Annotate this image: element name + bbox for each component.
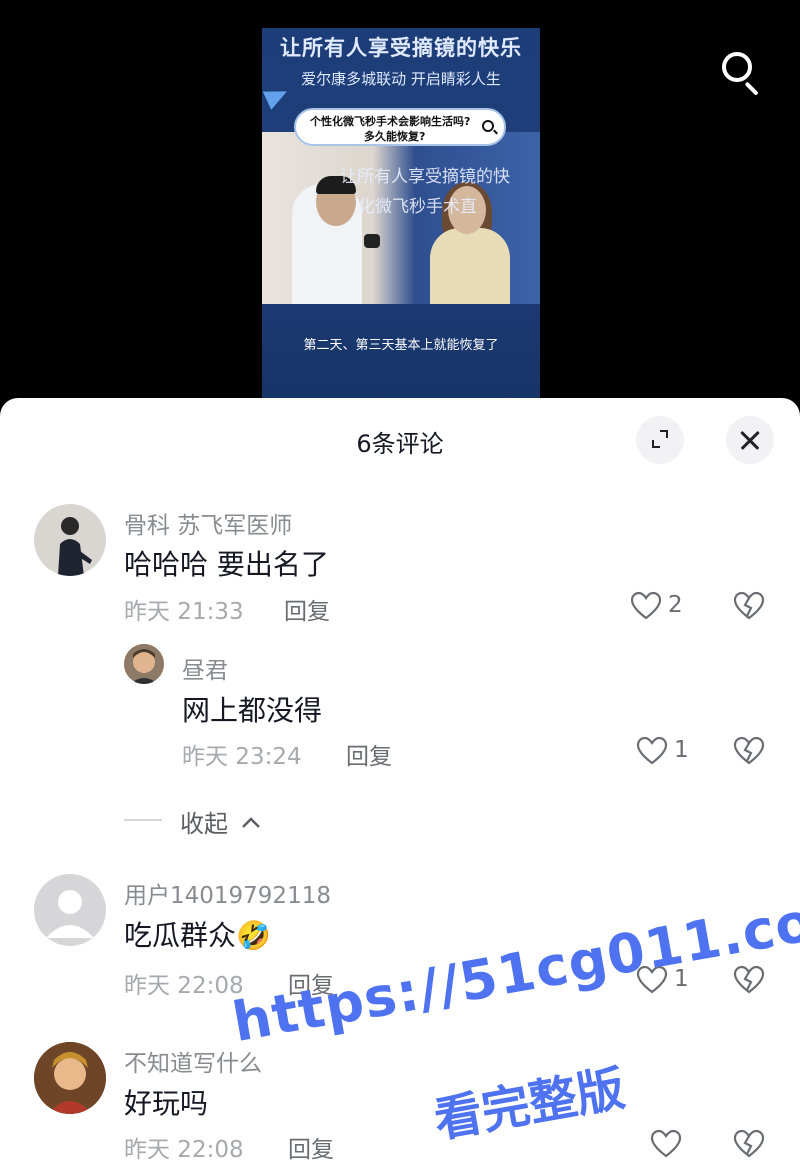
avatar[interactable] bbox=[34, 1042, 106, 1114]
video-title-line1: 让所有人享受摘镜的快乐 bbox=[280, 36, 522, 60]
comment-text: 吃瓜群众🤣 bbox=[124, 914, 271, 954]
comment-username[interactable]: 用户14019792118 bbox=[124, 876, 331, 910]
question-line1: 个性化微飞秒手术会影响生活吗? bbox=[310, 115, 471, 128]
search-button[interactable] bbox=[718, 48, 766, 96]
dislike-button[interactable] bbox=[733, 736, 765, 768]
avatar[interactable] bbox=[34, 504, 106, 576]
question-bubble: 个性化微飞秒手术会影响生活吗? 多久能恢复? bbox=[294, 108, 506, 146]
like-button[interactable]: 2 bbox=[630, 591, 690, 623]
video-overlay-line2: 化微飞秒手术直 bbox=[358, 197, 477, 217]
dislike-button[interactable] bbox=[733, 1129, 765, 1161]
heart-icon bbox=[630, 591, 662, 620]
interviewer-figure bbox=[430, 228, 510, 304]
reply-button[interactable]: 回复 bbox=[284, 592, 330, 626]
avatar[interactable] bbox=[34, 874, 106, 946]
reply-button[interactable]: 回复 bbox=[288, 1130, 334, 1164]
comment-panel: 6条评论 骨科 苏飞军医师 哈哈哈 要出名了 昨天 21:33 回复 2 昼君 bbox=[0, 398, 800, 1171]
broken-heart-icon bbox=[733, 1129, 765, 1158]
reply-button[interactable]: 回复 bbox=[346, 737, 392, 771]
like-count: 1 bbox=[674, 966, 689, 992]
heart-icon bbox=[650, 1129, 682, 1158]
video-overlay-line1: 让所有人享受摘镜的快 bbox=[340, 167, 510, 187]
video-player[interactable]: 让所有人享受摘镜的快乐 爱尔康多城联动 开启睛彩人生 让所有人享受摘镜的快 化微… bbox=[0, 0, 800, 420]
expand-icon-corner bbox=[660, 430, 668, 438]
like-button[interactable]: 1 bbox=[636, 965, 690, 997]
reply-button[interactable]: 回复 bbox=[288, 966, 334, 1000]
microphone-icon bbox=[364, 234, 380, 248]
comment-text: 好玩吗 bbox=[124, 1087, 209, 1120]
comment-time: 昨天 21:33 bbox=[124, 599, 244, 625]
like-button[interactable] bbox=[650, 1129, 690, 1161]
comment-username[interactable]: 昼君 bbox=[182, 651, 228, 685]
question-line2: 多久能恢复? bbox=[364, 130, 426, 143]
heart-icon bbox=[636, 736, 668, 765]
like-count: 2 bbox=[668, 592, 683, 618]
comment-username[interactable]: 骨科 苏飞军医师 bbox=[124, 506, 292, 540]
avatar[interactable] bbox=[124, 644, 164, 684]
laughing-emoji-icon: 🤣 bbox=[236, 919, 271, 952]
heart-icon bbox=[636, 965, 668, 994]
expand-icon bbox=[652, 440, 660, 448]
search-icon-handle bbox=[744, 81, 759, 96]
collapse-divider bbox=[124, 819, 162, 821]
bubble-search-icon bbox=[482, 120, 494, 132]
like-count: 1 bbox=[674, 737, 689, 763]
dislike-button[interactable] bbox=[733, 965, 765, 997]
expand-button[interactable] bbox=[636, 416, 684, 464]
video-caption: 第二天、第三天基本上就能恢复了 bbox=[303, 338, 499, 353]
search-icon bbox=[722, 52, 752, 82]
broken-heart-icon bbox=[733, 591, 765, 620]
comment-text: 网上都没得 bbox=[182, 694, 323, 727]
collapse-replies-button[interactable]: 收起 bbox=[180, 804, 262, 839]
video-title-line2: 爱尔康多城联动 开启睛彩人生 bbox=[301, 70, 501, 88]
video-frame: 让所有人享受摘镜的快乐 爱尔康多城联动 开启睛彩人生 让所有人享受摘镜的快 化微… bbox=[262, 28, 540, 408]
chevron-up-icon bbox=[241, 817, 260, 828]
close-button[interactable] bbox=[726, 416, 774, 464]
broken-heart-icon bbox=[733, 736, 765, 765]
comment-text: 哈哈哈 要出名了 bbox=[124, 548, 329, 581]
like-button[interactable]: 1 bbox=[636, 736, 690, 768]
collapse-label: 收起 bbox=[180, 810, 228, 838]
dislike-button[interactable] bbox=[733, 591, 765, 623]
comment-time: 昨天 22:08 bbox=[124, 973, 244, 999]
comment-time: 昨天 23:24 bbox=[182, 744, 302, 770]
comment-username[interactable]: 不知道写什么 bbox=[124, 1044, 262, 1078]
comment-text-body: 吃瓜群众 bbox=[124, 919, 237, 952]
broken-heart-icon bbox=[733, 965, 765, 994]
comment-time: 昨天 22:08 bbox=[124, 1137, 244, 1163]
